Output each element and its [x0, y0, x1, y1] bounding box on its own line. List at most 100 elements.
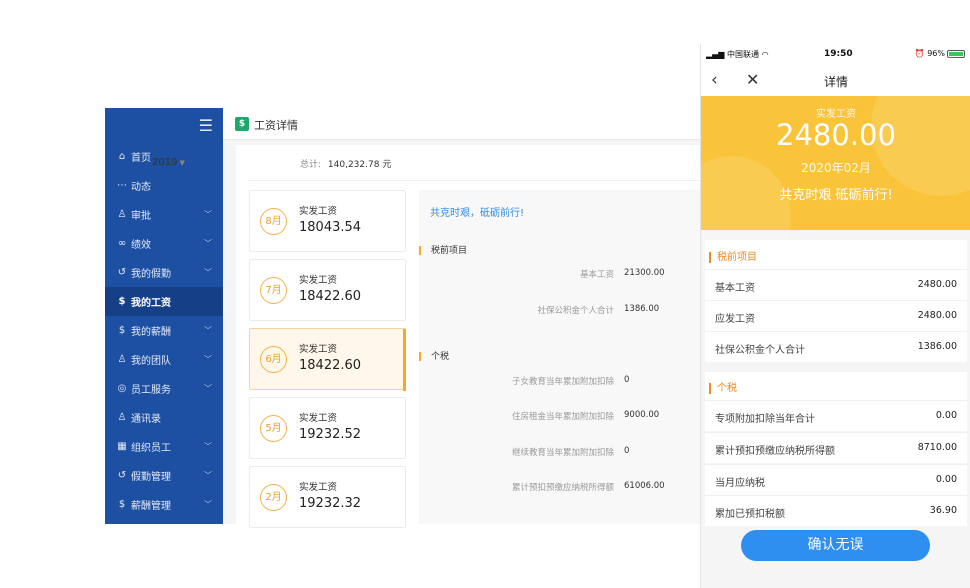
sidebar-item-label: 员工服务: [131, 385, 171, 396]
pretax-row-label: 基本工资: [579, 270, 614, 280]
month-card-label: 实发工资: [299, 275, 338, 286]
month-card-amount: 18422.60: [299, 358, 362, 373]
tax-row: 专项附加扣除当年合计 0.00: [705, 400, 967, 431]
sidebar-item-label: 动态: [131, 182, 151, 193]
chevron-down-icon: ﹀: [204, 239, 212, 248]
sidebar-item-label: 通讯录: [131, 414, 161, 425]
sidebar-item[interactable]: ◎ 员工服务 ﹀: [105, 374, 223, 403]
user-icon: ♙: [117, 209, 127, 220]
service-icon: ◎: [117, 383, 127, 394]
month-card-label: 实发工资: [299, 413, 338, 424]
pretax-section-title: 税前项目: [419, 243, 467, 256]
month-card[interactable]: 6月 实发工资 18422.60: [249, 328, 406, 391]
banner-month: 2020年02月: [801, 161, 871, 175]
month-badge: 5月: [260, 415, 287, 442]
tax-row: 当月应纳税 0.00: [705, 464, 967, 495]
tax-row-value: 9000.00: [624, 410, 660, 420]
sidebar-item[interactable]: ↺ 假勤管理 ﹀: [105, 461, 223, 490]
tax-row-label: 子女教育当年累加附加扣除: [511, 377, 614, 387]
chevron-down-icon: ﹀: [204, 471, 212, 480]
caret-down-icon: ▼: [179, 159, 185, 167]
sidebar-item-label: 假勤管理: [131, 472, 171, 483]
sidebar-item-label: 我的工资: [131, 298, 171, 309]
sidebar-item[interactable]: ⋯ 动态: [105, 171, 223, 200]
history-icon: ↺: [117, 470, 127, 481]
top-bar: $ 工资详情: [223, 108, 700, 140]
month-card[interactable]: 8月 实发工资 18043.54: [249, 190, 406, 252]
month-card-label: 实发工资: [299, 206, 338, 217]
team-icon: ♙: [117, 354, 127, 365]
sidebar-item-label: 我的团队: [131, 356, 171, 367]
salary-banner: 实发工资 2480.00 2020年02月 共克时艰 砥砺前行!: [701, 56, 970, 276]
wifi-icon: ◠: [761, 50, 769, 59]
tax-header: [705, 372, 967, 401]
month-card-amount: 18422.60: [299, 289, 362, 304]
month-card[interactable]: 2月 实发工资 19232.32: [249, 466, 406, 528]
month-card-label: 实发工资: [299, 344, 338, 355]
confirm-button[interactable]: 确认无误: [741, 530, 930, 561]
banner-amount: 2480.00: [776, 118, 896, 152]
banner-slogan: 共克时艰 砥砺前行!: [779, 188, 893, 203]
pretax-row-value: 21300.00: [624, 268, 665, 278]
month-badge: 7月: [260, 277, 287, 304]
month-card-label: 实发工资: [299, 482, 338, 493]
month-card[interactable]: 7月 实发工资 18422.60: [249, 259, 406, 321]
dollar-icon: $: [118, 499, 126, 510]
total-value: 140,232.78 元: [327, 160, 392, 170]
pretax-row-label: 社保公积金个人合计: [537, 306, 614, 316]
sidebar-item-label: 我的薪酬: [131, 327, 171, 338]
sidebar-item[interactable]: $ 我的工资: [105, 287, 223, 316]
year-select[interactable]: 2019 ▼: [152, 157, 185, 168]
sidebar-item[interactable]: ↺ 我的假勤 ﹀: [105, 258, 223, 287]
month-badge: 2月: [260, 484, 287, 511]
sidebar-item[interactable]: ∞ 绩效 ﹀: [105, 229, 223, 258]
month-badge: 8月: [260, 208, 287, 235]
pretax-row-value: 1386.00: [624, 304, 660, 314]
month-card-amount: 19232.32: [299, 496, 362, 511]
sidebar: ☰ ⌂ 首页 ⋯ 动态 ♙ 审批 ﹀ ∞ 绩效 ﹀ ↺ 我的假勤 ﹀ $ 我的工资 $ 我的薪酬 ﹀ ♙ 我的团队 ﹀ ◎…: [105, 108, 223, 524]
link-icon: ∞: [117, 238, 127, 249]
sidebar-item[interactable]: ▦ 组织员工 ﹀: [105, 432, 223, 461]
pretax-row: 社保公积金个人合计 1386.00: [705, 331, 967, 362]
alarm-icon: ⏰: [914, 49, 925, 58]
chevron-down-icon: ﹀: [204, 442, 212, 451]
contact-icon: ♙: [117, 412, 127, 423]
org-icon: ▦: [117, 441, 127, 452]
chevron-down-icon: ﹀: [204, 355, 212, 364]
tax-row-label: 累计预扣预缴应纳税所得额: [511, 483, 614, 493]
salary-logo-icon: $: [235, 117, 249, 131]
tax-row-value: 61006.00: [624, 481, 665, 491]
mobile-screen: ▂▄▆ 中国联通 ◠ 19:50 ⏰ 96% ‹ ✕ 详情 实发工资 2480.…: [700, 44, 970, 588]
dollar-icon: $: [118, 325, 126, 336]
history-icon: ↺: [117, 267, 127, 278]
sidebar-item-label: 首页: [131, 153, 151, 164]
pretax-row: 应发工资 2480.00: [705, 300, 967, 331]
message-icon: ⋯: [117, 180, 127, 191]
tax-row-label: 继续教育当年累加附加扣除: [511, 448, 614, 458]
sidebar-item[interactable]: $ 薪酬管理 ﹀: [105, 490, 223, 519]
sidebar-item-label: 我的假勤: [131, 269, 171, 280]
sidebar-item[interactable]: ♙ 审批 ﹀: [105, 200, 223, 229]
total-label: 总计:: [300, 160, 322, 170]
total-summary: 总计: 140,232.78 元: [300, 157, 391, 170]
slogan-text: 共克时艰，砥砺前行!: [430, 208, 525, 219]
clock: 19:50: [824, 49, 853, 59]
chevron-down-icon: ﹀: [204, 500, 212, 509]
sidebar-item[interactable]: ♙ 通讯录: [105, 403, 223, 432]
month-card[interactable]: 5月 实发工资 19232.52: [249, 397, 406, 459]
home-icon: ⌂: [118, 151, 126, 162]
menu-toggle-icon[interactable]: ☰: [199, 116, 213, 135]
chevron-down-icon: ﹀: [204, 326, 212, 335]
chevron-down-icon: ﹀: [204, 268, 212, 277]
tax-row-value: 0: [624, 375, 630, 385]
chevron-down-icon: ﹀: [204, 210, 212, 219]
sidebar-item[interactable]: $ 我的薪酬 ﹀: [105, 316, 223, 345]
tax-section-title: 个税: [419, 349, 449, 362]
divider: [247, 180, 699, 181]
sidebar-item[interactable]: ♙ 我的团队 ﹀: [105, 345, 223, 374]
sidebar-item-label: 薪酬管理: [131, 501, 171, 512]
sidebar-item-label: 审批: [131, 211, 151, 222]
month-badge: 6月: [260, 346, 287, 373]
tax-row: 累加已预扣税额 36.90: [705, 495, 967, 526]
month-card-amount: 19232.52: [299, 427, 362, 442]
